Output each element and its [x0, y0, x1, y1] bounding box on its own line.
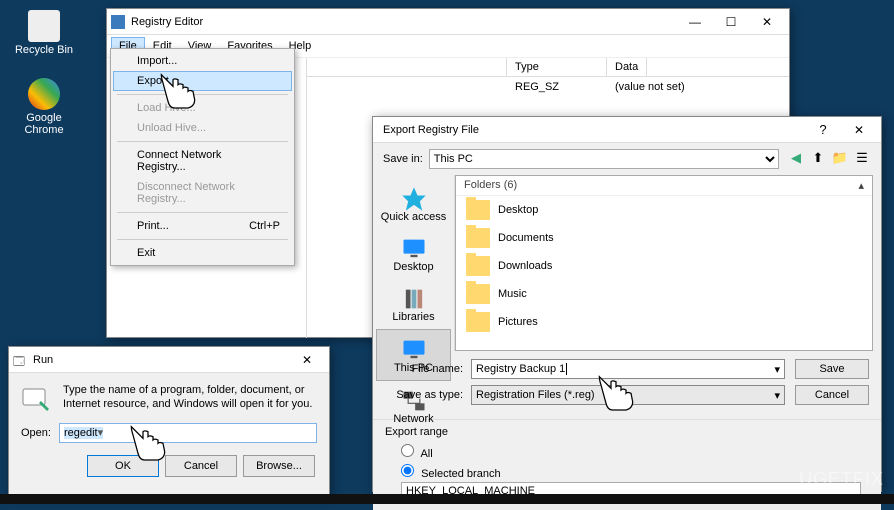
file-name-label: File name:: [385, 363, 463, 375]
folder-icon: [466, 228, 490, 248]
ok-button[interactable]: OK: [87, 455, 159, 477]
folder-label: Pictures: [498, 316, 538, 328]
save-type-label: Save as type:: [385, 389, 463, 401]
regedit-app-icon: [111, 15, 125, 29]
export-dialog: Export Registry File ? ✕ Save in: This P…: [372, 116, 882, 492]
menu-separator: [117, 239, 288, 240]
regedit-title: Registry Editor: [125, 16, 677, 28]
menu-separator: [117, 212, 288, 213]
range-all-radio[interactable]: All: [385, 442, 869, 462]
folder-icon: [466, 312, 490, 332]
place-quick-access[interactable]: Quick access: [373, 179, 454, 229]
menu-separator: [117, 141, 288, 142]
save-in-label: Save in:: [383, 153, 423, 165]
run-titlebar[interactable]: 🗔 Run ✕: [9, 347, 329, 373]
export-titlebar[interactable]: Export Registry File ? ✕: [373, 117, 881, 143]
save-in-combo[interactable]: This PC: [429, 149, 779, 169]
cell-data: (value not set): [607, 79, 693, 95]
watermark: UGETFIX: [799, 469, 884, 490]
place-label: Desktop: [375, 261, 452, 273]
folder-item-desktop[interactable]: Desktop: [456, 196, 872, 224]
folder-item-documents[interactable]: Documents: [456, 224, 872, 252]
export-title: Export Registry File: [377, 124, 805, 136]
menu-unload-hive: Unload Hive...: [113, 118, 292, 138]
menu-import[interactable]: Import...: [113, 51, 292, 71]
up-icon[interactable]: ⬆: [809, 150, 827, 168]
desktop-icon-label: Recycle Bin: [14, 44, 74, 56]
menu-print-label: Print...: [137, 220, 169, 232]
regedit-titlebar[interactable]: Registry Editor — ☐ ✕: [107, 9, 789, 35]
menu-load-hive: Load Hive...: [113, 98, 292, 118]
table-row[interactable]: REG_SZ (value not set): [307, 77, 789, 97]
save-type-combo[interactable]: Registration Files (*.reg)▾: [471, 385, 785, 405]
menu-exit[interactable]: Exit: [113, 243, 292, 263]
view-icon[interactable]: ☰: [853, 150, 871, 168]
folder-label: Downloads: [498, 260, 552, 272]
col-name[interactable]: [307, 58, 507, 76]
folder-group-header[interactable]: Folders (6) ▴: [456, 176, 872, 196]
desktop-icon-chrome[interactable]: Google Chrome: [14, 78, 74, 136]
place-label: Network: [375, 413, 452, 425]
place-label: Libraries: [375, 311, 452, 323]
folder-icon: [466, 256, 490, 276]
close-button[interactable]: ✕: [841, 118, 877, 142]
range-selected-radio[interactable]: Selected branch: [385, 462, 869, 482]
run-description: Type the name of a program, folder, docu…: [63, 383, 317, 415]
col-data[interactable]: Data: [607, 58, 647, 76]
menu-separator: [117, 94, 288, 95]
collapse-icon[interactable]: ▴: [858, 179, 864, 192]
cell-type: REG_SZ: [507, 79, 607, 95]
place-desktop[interactable]: Desktop: [373, 229, 454, 279]
close-button[interactable]: ✕: [749, 10, 785, 34]
save-button[interactable]: Save: [795, 359, 869, 379]
menu-export[interactable]: Export...: [113, 71, 292, 91]
run-dialog: 🗔 Run ✕ Type the name of a program, fold…: [8, 346, 330, 496]
maximize-button[interactable]: ☐: [713, 10, 749, 34]
menu-connect-network[interactable]: Connect Network Registry...: [113, 145, 292, 177]
back-icon[interactable]: ◀: [787, 150, 805, 168]
run-app-icon: 🗔: [13, 353, 27, 367]
cancel-button[interactable]: Cancel: [795, 385, 869, 405]
text-cursor: [566, 363, 567, 375]
folder-item-pictures[interactable]: Pictures: [456, 308, 872, 336]
help-button[interactable]: ?: [805, 118, 841, 142]
folder-item-music[interactable]: Music: [456, 280, 872, 308]
taskbar[interactable]: [0, 494, 894, 504]
close-button[interactable]: ✕: [289, 348, 325, 372]
file-menu-dropdown: Import... Export... Load Hive... Unload …: [110, 48, 295, 266]
place-label: Quick access: [375, 211, 452, 223]
folder-icon: [466, 284, 490, 304]
folder-label: Desktop: [498, 204, 538, 216]
run-icon: [21, 383, 53, 415]
folder-label: Music: [498, 288, 527, 300]
desktop-icon-label: Google Chrome: [14, 112, 74, 136]
place-libraries[interactable]: Libraries: [373, 279, 454, 329]
browse-button[interactable]: Browse...: [243, 455, 315, 477]
menu-print-shortcut: Ctrl+P: [249, 220, 280, 232]
folder-icon: [466, 200, 490, 220]
folder-view[interactable]: Folders (6) ▴ Desktop Documents Download…: [455, 175, 873, 351]
open-label: Open:: [21, 427, 51, 439]
menu-print[interactable]: Print... Ctrl+P: [113, 216, 292, 236]
cancel-button[interactable]: Cancel: [165, 455, 237, 477]
run-title: Run: [27, 354, 289, 366]
desktop-icon-recycle[interactable]: Recycle Bin: [14, 10, 74, 56]
minimize-button[interactable]: —: [677, 10, 713, 34]
chrome-icon: [28, 78, 60, 110]
col-type[interactable]: Type: [507, 58, 607, 76]
places-bar: Quick access Desktop Libraries This PC N…: [373, 175, 455, 351]
export-range-legend: Export range: [385, 426, 869, 438]
open-input[interactable]: regedit▾: [59, 423, 317, 443]
recycle-bin-icon: [28, 10, 60, 42]
new-folder-icon[interactable]: 📁: [831, 150, 849, 168]
folder-label: Documents: [498, 232, 554, 244]
file-name-input[interactable]: Registry Backup 1▾: [471, 359, 785, 379]
menu-disconnect-network: Disconnect Network Registry...: [113, 177, 292, 209]
folder-item-downloads[interactable]: Downloads: [456, 252, 872, 280]
